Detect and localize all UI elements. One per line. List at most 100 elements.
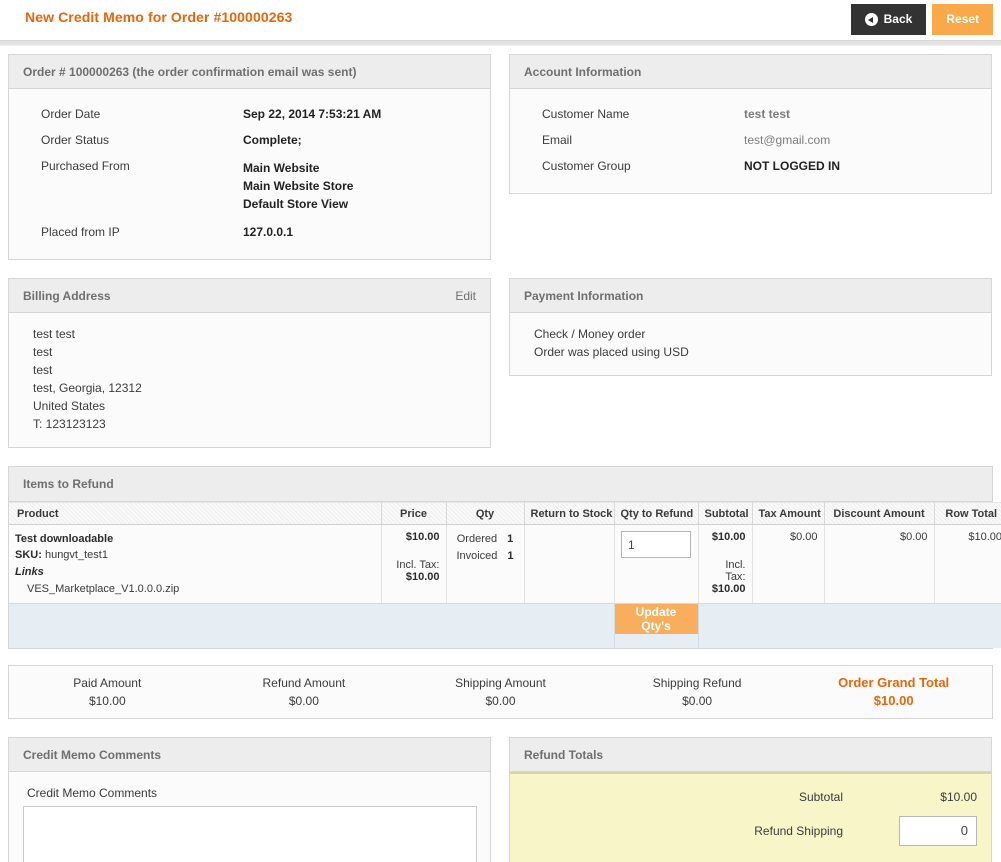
payment-panel-header: Payment Information: [510, 279, 991, 313]
billing-edit-link[interactable]: Edit: [455, 279, 476, 313]
cell-qty: Ordered 1 Invoiced 1: [446, 524, 525, 604]
order-date-row: Order Date Sep 22, 2014 7:53:21 AM: [23, 101, 476, 127]
reset-button[interactable]: Reset: [932, 4, 993, 35]
placed-from-ip-label: Placed from IP: [41, 225, 120, 239]
refund-totals-table: Subtotal $10.00 Refund Shipping: [524, 784, 977, 852]
update-qtys-button[interactable]: Update Qty's: [614, 604, 698, 634]
credit-memo-comments-panel: Credit Memo Comments Credit Memo Comment…: [8, 736, 491, 862]
qty-breakdown: Ordered 1 Invoiced 1: [453, 531, 518, 565]
column-header-price: Price: [381, 502, 447, 525]
refund-shipping-input[interactable]: [899, 815, 977, 846]
qty-invoiced-value: 1: [507, 550, 514, 562]
billing-panel-body: test test test test test, Georgia, 12312…: [9, 313, 490, 447]
shipping-refund-value: $0.00: [682, 693, 713, 708]
subtotal-incl-tax-value: $10.00: [711, 583, 746, 595]
order-information-panel: Order # 100000263 (the order confirmatio…: [8, 54, 491, 260]
account-information-panel: Account Information Customer Name test t…: [509, 54, 992, 194]
purchased-from-line-2: Main Website Store: [243, 179, 354, 193]
order-status-row: Order Status Complete;: [23, 127, 476, 153]
payment-panel-body: Check / Money order Order was placed usi…: [510, 313, 991, 375]
qty-ordered-row: Ordered 1: [453, 531, 518, 548]
payment-panel-title: Payment Information: [524, 289, 644, 303]
product-sku: SKU: hungvt_test1: [15, 547, 375, 563]
cell-discount-amount: $0.00: [824, 524, 935, 604]
column-header-row-total: Row Total: [934, 502, 1001, 525]
totals-refund-amount: Refund Amount $0.00: [206, 674, 403, 710]
reset-button-label: Reset: [946, 12, 979, 26]
account-details-table: Customer Name test test Email test@gmail…: [524, 101, 977, 179]
account-panel-header: Account Information: [510, 55, 991, 89]
refund-totals-column: Refund Totals Subtotal $10.00 Refund Shi…: [509, 736, 992, 862]
refund-totals-body: Subtotal $10.00 Refund Shipping: [510, 771, 991, 862]
credit-memo-comments-column: Credit Memo Comments Credit Memo Comment…: [8, 736, 491, 862]
order-panel-header: Order # 100000263 (the order confirmatio…: [9, 55, 490, 89]
qty-invoiced-row: Invoiced 1: [453, 548, 518, 565]
items-table-head: Product Price Qty Return to Stock Qty to…: [9, 502, 1001, 525]
paid-amount-value: $10.00: [88, 693, 126, 708]
column-header-qty-to-refund: Qty to Refund: [614, 502, 699, 525]
customer-group-value: NOT LOGGED IN: [744, 159, 840, 173]
billing-address-column: Billing Address Edit test test test test…: [8, 278, 491, 466]
purchased-from-label: Purchased From: [41, 159, 130, 173]
column-header-product: Product: [9, 502, 382, 525]
customer-name-row: Customer Name test test: [524, 101, 977, 127]
comments-field-label: Credit Memo Comments: [27, 785, 158, 800]
cell-row-total: $10.00: [934, 524, 1001, 604]
shipping-amount-value: $0.00: [485, 693, 516, 708]
cell-return-to-stock: [524, 524, 615, 604]
billing-address-line-3: test: [33, 363, 53, 377]
credit-memo-comments-textarea[interactable]: [23, 805, 477, 862]
comments-panel-body: Credit Memo Comments: [9, 772, 490, 862]
refund-amount-label: Refund Amount: [262, 675, 346, 690]
column-header-qty: Qty: [446, 502, 525, 525]
billing-address-phone: T: 123123123: [33, 417, 106, 431]
payment-method-lines: Check / Money order Order was placed usi…: [524, 325, 977, 361]
column-header-return-to-stock: Return to Stock: [524, 502, 615, 525]
page-title: New Credit Memo for Order #100000263: [25, 9, 293, 25]
qty-ordered-label: Ordered: [456, 533, 498, 545]
payment-currency-note: Order was placed using USD: [534, 345, 689, 359]
product-sku-label: SKU:: [15, 549, 42, 561]
qty-to-refund-input[interactable]: [621, 531, 691, 558]
placed-from-ip-value: 127.0.0.1: [243, 225, 294, 239]
totals-order-grand-total: Order Grand Total $10.00: [795, 674, 992, 710]
actions-update-cell: Update Qty's: [614, 603, 699, 648]
payment-information-panel: Payment Information Check / Money order …: [509, 278, 992, 376]
billing-address-panel: Billing Address Edit test test test test…: [8, 278, 491, 448]
order-totals-bar: Paid Amount $10.00 Refund Amount $0.00 S…: [8, 664, 993, 719]
refund-totals-header: Refund Totals: [510, 737, 991, 772]
cell-tax-amount: $0.00: [752, 524, 825, 604]
header-divider: [0, 40, 1001, 46]
column-header-tax-amount: Tax Amount: [752, 502, 825, 525]
comments-panel-header: Credit Memo Comments: [9, 737, 490, 772]
product-name: Test downloadable: [15, 533, 114, 545]
placed-from-ip-row: Placed from IP 127.0.0.1: [23, 219, 476, 245]
billing-panel-header: Billing Address Edit: [9, 279, 490, 313]
customer-group-label: Customer Group: [542, 159, 631, 173]
column-header-subtotal: Subtotal: [698, 502, 753, 525]
price-incl-tax-label: Incl. Tax:: [396, 559, 440, 571]
customer-email-row: Email test@gmail.com: [524, 127, 977, 153]
customer-group-row: Customer Group NOT LOGGED IN: [524, 153, 977, 179]
table-row: Test downloadable SKU: hungvt_test1 Link…: [9, 524, 1001, 604]
totals-shipping-amount: Shipping Amount $0.00: [402, 674, 599, 710]
actions-spacer-right: [698, 603, 1001, 648]
items-table-body: Test downloadable SKU: hungvt_test1 Link…: [9, 524, 1001, 648]
items-header-row: Product Price Qty Return to Stock Qty to…: [9, 502, 1001, 525]
price-incl-tax-value: $10.00: [405, 571, 440, 583]
billing-panel-title: Billing Address: [23, 289, 111, 303]
qty-ordered-value: 1: [507, 533, 514, 545]
cell-price: $10.00 Incl. Tax: $10.00: [381, 524, 447, 604]
back-button[interactable]: Back: [850, 4, 927, 35]
column-header-discount-amount: Discount Amount: [824, 502, 935, 525]
customer-email-value[interactable]: test@gmail.com: [744, 127, 977, 153]
totals-paid-amount: Paid Amount $10.00: [9, 674, 206, 710]
product-links-label: Links: [15, 566, 44, 578]
payment-method-name: Check / Money order: [534, 327, 646, 341]
paid-amount-label: Paid Amount: [73, 675, 142, 690]
items-actions-row: Update Qty's: [9, 603, 1001, 648]
product-sku-value: hungvt_test1: [44, 549, 108, 561]
customer-name-value[interactable]: test test: [744, 101, 977, 127]
totals-shipping-refund: Shipping Refund $0.00: [599, 674, 796, 710]
billing-address-line-4: test, Georgia, 12312: [33, 381, 142, 395]
